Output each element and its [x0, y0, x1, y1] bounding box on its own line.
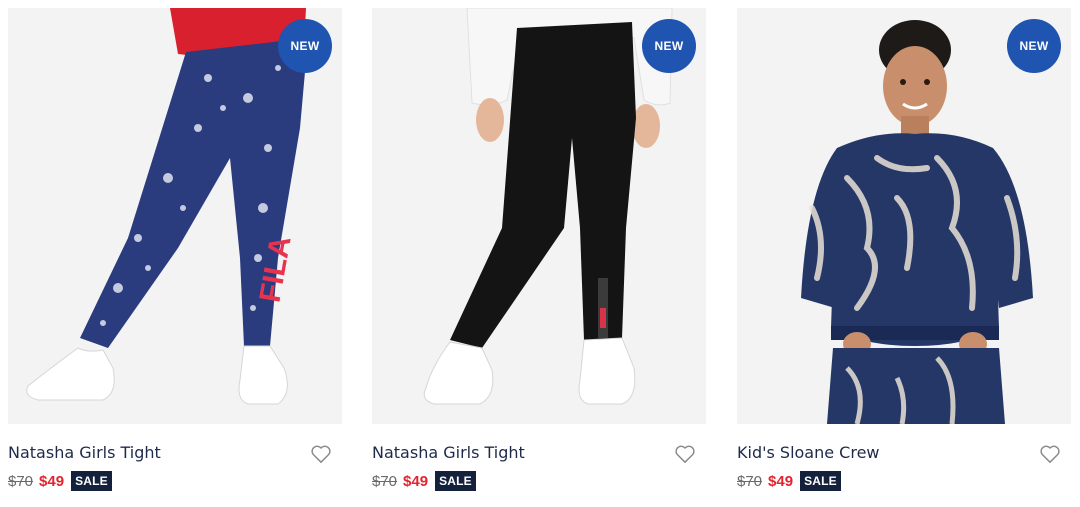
product-name[interactable]: Natasha Girls Tight — [8, 443, 161, 462]
original-price: $70 — [737, 472, 763, 490]
sale-tag: SALE — [800, 471, 841, 491]
sale-price: $49 — [39, 472, 65, 490]
sale-price: $49 — [768, 472, 794, 490]
product-meta: Natasha Girls Tight $70 $49 SALE — [372, 424, 706, 494]
product-card[interactable]: NEW Natasha Girls Tight $70 $49 SALE — [372, 8, 706, 494]
new-badge: NEW — [1007, 19, 1061, 73]
product-meta: Kid's Sloane Crew $70 $49 SALE — [737, 424, 1071, 494]
new-badge: NEW — [278, 19, 332, 73]
product-grid: FILA NEW Natasha Girls Tight $70 $49 SAL… — [0, 0, 1080, 507]
heart-outline-icon[interactable] — [1039, 444, 1061, 464]
product-card[interactable]: FILA NEW Natasha Girls Tight $70 $49 SAL… — [8, 8, 342, 494]
price-row: $70 $49 SALE — [737, 471, 841, 491]
original-price: $70 — [8, 472, 34, 490]
product-image[interactable]: NEW — [737, 8, 1071, 424]
product-meta: Natasha Girls Tight $70 $49 SALE — [8, 424, 342, 494]
new-badge: NEW — [642, 19, 696, 73]
heart-outline-icon[interactable] — [674, 444, 696, 464]
heart-outline-icon[interactable] — [310, 444, 332, 464]
product-name[interactable]: Kid's Sloane Crew — [737, 443, 880, 462]
price-row: $70 $49 SALE — [372, 471, 476, 491]
product-card[interactable]: NEW Kid's Sloane Crew $70 $49 SALE — [737, 8, 1071, 494]
sale-price: $49 — [403, 472, 429, 490]
sale-tag: SALE — [71, 471, 112, 491]
product-image[interactable]: NEW — [372, 8, 706, 424]
product-image[interactable]: FILA NEW — [8, 8, 342, 424]
product-name[interactable]: Natasha Girls Tight — [372, 443, 525, 462]
sale-tag: SALE — [435, 471, 476, 491]
price-row: $70 $49 SALE — [8, 471, 112, 491]
original-price: $70 — [372, 472, 398, 490]
